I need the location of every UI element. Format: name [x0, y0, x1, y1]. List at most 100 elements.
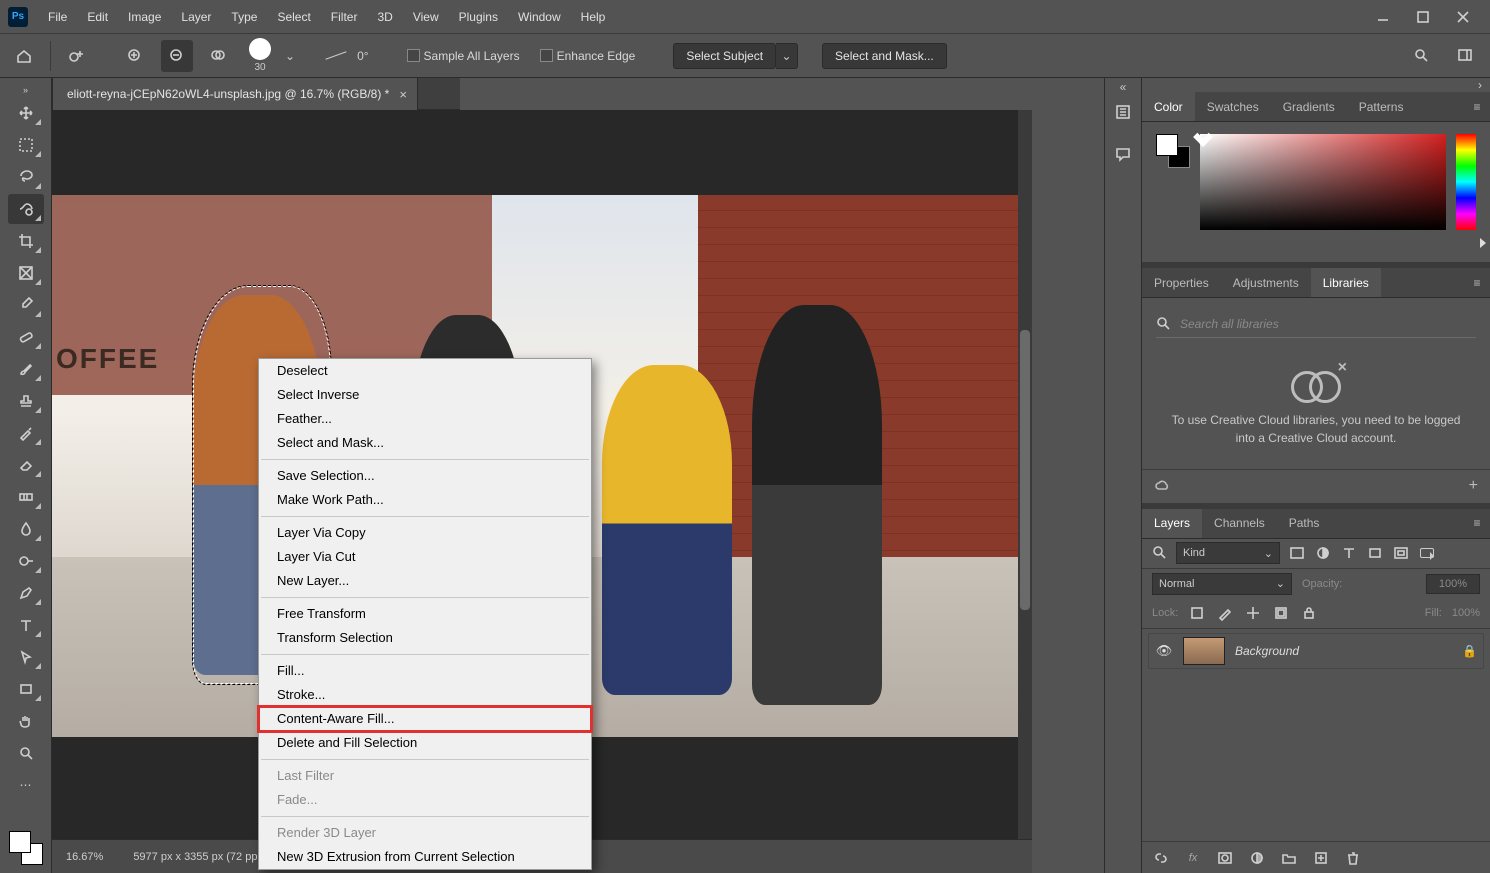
filter-pixel-icon[interactable] — [1288, 544, 1306, 562]
document-tab[interactable]: eliott-reyna-jCEpN62oWL4-unsplash.jpg @ … — [52, 78, 418, 110]
search-button[interactable] — [1406, 40, 1438, 72]
brush-preset-dropdown[interactable]: ⌄ — [285, 49, 295, 63]
hand-tool[interactable] — [8, 706, 44, 736]
ctx-new-3d-extrusion-from-current-selection[interactable]: New 3D Extrusion from Current Selection — [259, 845, 591, 869]
blur-tool[interactable] — [8, 514, 44, 544]
filter-shape-icon[interactable] — [1366, 544, 1384, 562]
tab-adjustments[interactable]: Adjustments — [1221, 268, 1311, 297]
menu-window[interactable]: Window — [508, 6, 571, 28]
ctx-layer-via-copy[interactable]: Layer Via Copy — [259, 521, 591, 545]
select-subject-dropdown[interactable]: ⌄ — [776, 43, 798, 69]
zoom-tool[interactable] — [8, 738, 44, 768]
libraries-search[interactable]: Search all libraries — [1156, 310, 1476, 338]
dodge-tool[interactable] — [8, 546, 44, 576]
ctx-select-inverse[interactable]: Select Inverse — [259, 383, 591, 407]
menu-image[interactable]: Image — [118, 6, 171, 28]
eraser-tool[interactable] — [8, 450, 44, 480]
history-brush-tool[interactable] — [8, 418, 44, 448]
layer-kind-dropdown[interactable]: Kind⌄ — [1176, 542, 1280, 564]
ctx-layer-via-cut[interactable]: Layer Via Cut — [259, 545, 591, 569]
visibility-toggle[interactable]: 👁 — [1155, 643, 1173, 659]
shape-tool[interactable] — [8, 674, 44, 704]
tab-patterns[interactable]: Patterns — [1347, 92, 1416, 121]
ctx-make-work-path[interactable]: Make Work Path... — [259, 488, 591, 512]
layer-row-background[interactable]: 👁 Background 🔒 — [1148, 633, 1484, 669]
ctx-free-transform[interactable]: Free Transform — [259, 602, 591, 626]
quick-selection-tool[interactable] — [8, 194, 44, 224]
quick-select-new-btn[interactable] — [61, 40, 93, 72]
path-select-tool[interactable] — [8, 642, 44, 672]
properties-panel-menu[interactable]: ≡ — [1464, 268, 1490, 297]
angle-value[interactable]: 0° — [357, 49, 368, 63]
menu-view[interactable]: View — [403, 6, 449, 28]
menu-3d[interactable]: 3D — [367, 6, 402, 28]
ctx-stroke[interactable]: Stroke... — [259, 683, 591, 707]
select-subject-button[interactable]: Select Subject — [673, 43, 776, 69]
lock-trans-icon[interactable] — [1188, 604, 1206, 622]
link-layers-icon[interactable] — [1152, 849, 1170, 867]
tab-color[interactable]: Color — [1142, 92, 1195, 121]
filter-toggle[interactable] — [1418, 544, 1436, 562]
blend-mode-dropdown[interactable]: Normal⌄ — [1152, 573, 1292, 595]
ctx-save-selection[interactable]: Save Selection... — [259, 464, 591, 488]
brush-preview[interactable] — [249, 38, 271, 60]
lock-paint-icon[interactable] — [1216, 604, 1234, 622]
color-fg-bg[interactable] — [1156, 134, 1190, 168]
panels-collapse[interactable]: › — [1142, 78, 1490, 92]
healing-tool[interactable] — [8, 322, 44, 352]
fx-icon[interactable]: fx — [1184, 849, 1202, 867]
gradient-tool[interactable] — [8, 482, 44, 512]
menu-layer[interactable]: Layer — [171, 6, 221, 28]
quick-select-subtract-btn[interactable] — [161, 40, 193, 72]
tab-swatches[interactable]: Swatches — [1195, 92, 1271, 121]
menu-help[interactable]: Help — [571, 6, 616, 28]
ctx-fill[interactable]: Fill... — [259, 659, 591, 683]
brush-tool[interactable] — [8, 354, 44, 384]
lock-artboard-icon[interactable] — [1272, 604, 1290, 622]
adjustment-layer-icon[interactable] — [1248, 849, 1266, 867]
lock-all-icon[interactable] — [1300, 604, 1318, 622]
ctx-select-and-mask[interactable]: Select and Mask... — [259, 431, 591, 455]
quick-select-intersect-btn[interactable] — [203, 40, 235, 72]
vertical-scrollbar[interactable] — [1018, 110, 1032, 839]
tab-channels[interactable]: Channels — [1202, 509, 1277, 538]
ctx-deselect[interactable]: Deselect — [259, 359, 591, 383]
tab-properties[interactable]: Properties — [1142, 268, 1221, 297]
sample-all-layers-checkbox[interactable]: Sample All Layers — [407, 49, 520, 63]
lasso-tool[interactable] — [8, 162, 44, 192]
menu-select[interactable]: Select — [267, 6, 320, 28]
menu-file[interactable]: File — [38, 6, 77, 28]
move-tool[interactable] — [8, 98, 44, 128]
pen-tool[interactable] — [8, 578, 44, 608]
menu-plugins[interactable]: Plugins — [449, 6, 508, 28]
tab-layers[interactable]: Layers — [1142, 509, 1202, 538]
ctx-new-layer[interactable]: New Layer... — [259, 569, 591, 593]
home-button[interactable] — [8, 40, 40, 72]
type-tool[interactable] — [8, 610, 44, 640]
menu-filter[interactable]: Filter — [321, 6, 368, 28]
clone-stamp-tool[interactable] — [8, 386, 44, 416]
window-close-button[interactable] — [1444, 4, 1482, 30]
toolbar-collapse[interactable]: » — [0, 84, 51, 96]
libraries-add[interactable]: + — [1469, 477, 1478, 495]
color-panel-menu[interactable]: ≡ — [1464, 92, 1490, 121]
mask-icon[interactable] — [1216, 849, 1234, 867]
filter-adjust-icon[interactable] — [1314, 544, 1332, 562]
fg-swatch[interactable] — [9, 831, 31, 853]
dock-expand[interactable]: « — [1105, 80, 1141, 94]
fill-field[interactable]: 100% — [1452, 607, 1480, 619]
layers-panel-menu[interactable]: ≡ — [1464, 509, 1490, 538]
tab-libraries[interactable]: Libraries — [1311, 268, 1381, 297]
ctx-content-aware-fill[interactable]: Content-Aware Fill... — [259, 707, 591, 731]
ctx-transform-selection[interactable]: Transform Selection — [259, 626, 591, 650]
color-field[interactable] — [1200, 134, 1446, 230]
comments-panel-icon[interactable] — [1111, 142, 1135, 166]
workspace-switcher[interactable] — [1450, 40, 1482, 72]
filter-type-icon[interactable] — [1340, 544, 1358, 562]
tab-paths[interactable]: Paths — [1277, 509, 1332, 538]
ctx-feather[interactable]: Feather... — [259, 407, 591, 431]
eyedropper-tool[interactable] — [8, 290, 44, 320]
edit-toolbar-button[interactable]: ⋯ — [8, 770, 44, 800]
crop-tool[interactable] — [8, 226, 44, 256]
zoom-value[interactable]: 16.67% — [66, 851, 103, 863]
